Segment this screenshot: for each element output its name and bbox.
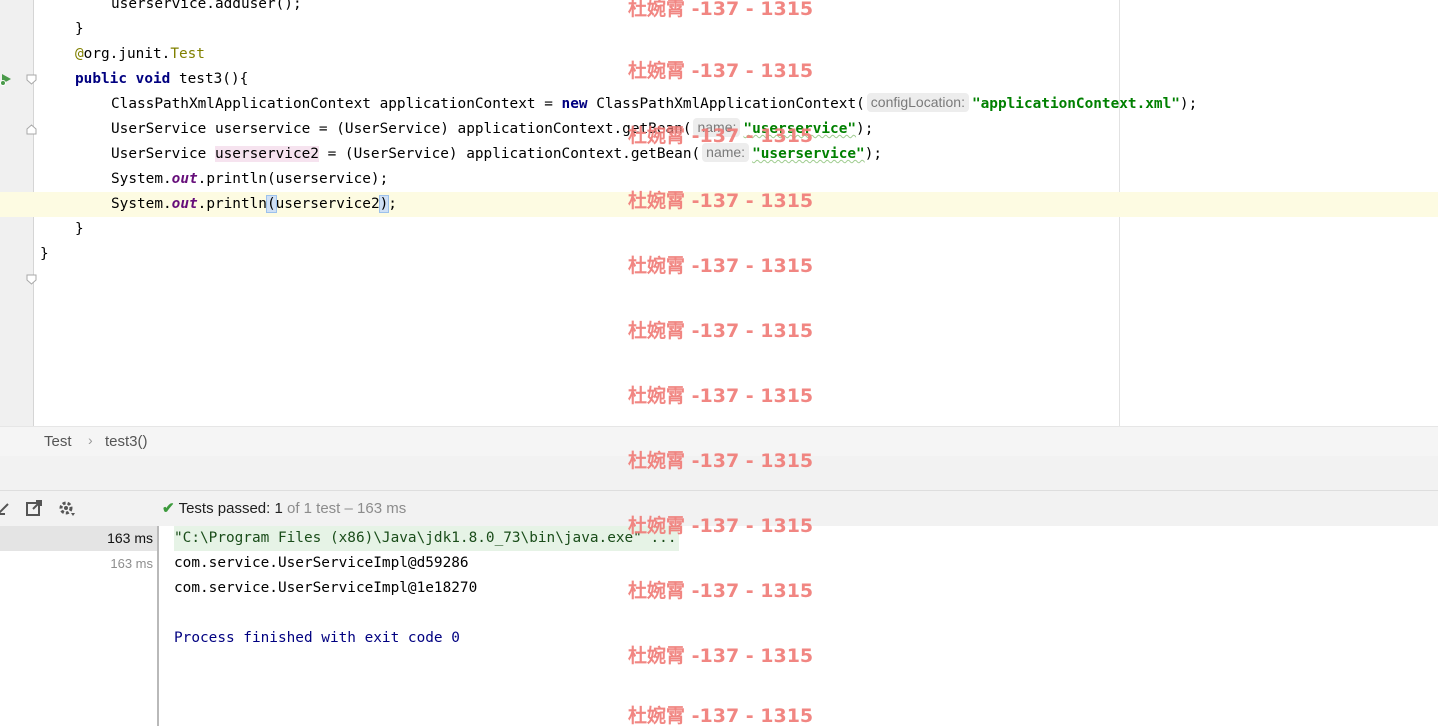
method-signature: test3(){ bbox=[170, 71, 249, 87]
console-exit-line: Process finished with exit code 0 bbox=[174, 630, 460, 646]
code-text: ); bbox=[1179, 96, 1198, 112]
test-status: ✔ Tests passed: 1 of 1 test – 163 ms bbox=[162, 499, 406, 517]
code-line[interactable]: } bbox=[0, 242, 1438, 267]
run-toolbar: ✔ Tests passed: 1 of 1 test – 163 ms bbox=[0, 490, 1438, 527]
code-text: ; bbox=[388, 196, 397, 212]
string-literal: "userservice" bbox=[743, 121, 857, 137]
tests-detail: of 1 test – 163 ms bbox=[286, 500, 407, 517]
code-text: System. bbox=[111, 196, 172, 212]
tests-passed-label: Tests passed: bbox=[178, 500, 271, 517]
fold-end-icon[interactable] bbox=[26, 224, 37, 285]
parameter-hint: name: bbox=[702, 143, 750, 162]
gear-icon[interactable] bbox=[58, 499, 76, 517]
code-line[interactable]: } bbox=[0, 17, 1438, 85]
current-code-line[interactable]: System.out.println(userservice2); bbox=[0, 192, 1438, 217]
code-line[interactable]: UserService userservice2 = (UserService)… bbox=[0, 142, 1438, 167]
static-field: out bbox=[171, 196, 198, 212]
code-text: UserService bbox=[111, 146, 215, 162]
string-literal: "applicationContext.xml" bbox=[971, 96, 1180, 112]
code-text: ); bbox=[864, 146, 883, 162]
collapse-icon[interactable] bbox=[0, 499, 14, 517]
string-literal: "userservice" bbox=[752, 146, 865, 162]
test-duration: 163 ms bbox=[107, 530, 153, 546]
annotation-name: Test bbox=[170, 46, 205, 62]
code-text: = (UserService) applicationContext.getBe… bbox=[318, 146, 701, 162]
code-line[interactable]: ClassPathXmlApplicationContext applicati… bbox=[0, 92, 1438, 117]
breadcrumb: Test › test3() bbox=[0, 426, 1438, 457]
code-line[interactable]: } bbox=[0, 217, 1438, 285]
static-field: out bbox=[171, 171, 198, 187]
code-text: userservice2 bbox=[275, 196, 380, 212]
code-line[interactable]: @org.junit.Test bbox=[0, 42, 1438, 67]
open-in-window-icon[interactable] bbox=[25, 499, 43, 517]
code-text: .println(userservice); bbox=[197, 171, 389, 187]
code-editor[interactable]: userservice.adduser(); } @org.junit.Test… bbox=[0, 0, 1438, 426]
closing-brace: } bbox=[75, 221, 84, 237]
breadcrumb-class[interactable]: Test bbox=[44, 433, 72, 450]
test-tree-row-selected[interactable]: 163 ms bbox=[0, 526, 157, 551]
code-line[interactable]: public void test3(){ bbox=[0, 67, 1438, 135]
fold-start-icon[interactable] bbox=[26, 74, 37, 135]
highlighted-variable[interactable]: userservice2 bbox=[214, 146, 319, 162]
parameter-hint: configLocation: bbox=[866, 93, 969, 112]
breadcrumb-method[interactable]: test3() bbox=[105, 433, 148, 450]
test-tree-row[interactable]: 163 ms bbox=[0, 551, 157, 576]
run-test-icon[interactable] bbox=[0, 71, 12, 86]
code-text: .println bbox=[197, 196, 267, 212]
keyword-void: void bbox=[135, 71, 171, 87]
code-line[interactable]: System.out.println(userservice); bbox=[0, 167, 1438, 192]
console-command-line[interactable]: "C:\Program Files (x86)\Java\jdk1.8.0_73… bbox=[174, 526, 679, 551]
closing-brace: } bbox=[75, 21, 84, 37]
code-text: ClassPathXmlApplicationContext( bbox=[587, 96, 865, 112]
console-line: com.service.UserServiceImpl@d59286 bbox=[174, 555, 469, 571]
keyword-public: public bbox=[75, 71, 127, 87]
code-text: ClassPathXmlApplicationContext applicati… bbox=[111, 96, 562, 112]
code-text: ); bbox=[856, 121, 874, 137]
annotation-at: @ bbox=[75, 46, 84, 62]
parameter-hint: name: bbox=[693, 118, 741, 137]
code-line[interactable]: UserService userservice = (UserService) … bbox=[0, 117, 1438, 142]
annotation-package: org.junit. bbox=[83, 46, 171, 62]
keyword-new: new bbox=[561, 96, 588, 112]
console-line: com.service.UserServiceImpl@1e18270 bbox=[174, 580, 478, 596]
fold-end-icon[interactable] bbox=[26, 24, 37, 85]
console-output[interactable]: "C:\Program Files (x86)\Java\jdk1.8.0_73… bbox=[159, 526, 1438, 726]
matched-paren: ) bbox=[378, 195, 390, 213]
check-icon: ✔ bbox=[162, 500, 175, 517]
test-tree[interactable]: 163 ms 163 ms bbox=[0, 526, 159, 726]
code-text: UserService userservice = (UserService) … bbox=[111, 121, 692, 137]
test-duration: 163 ms bbox=[110, 556, 153, 571]
code-text: userservice.adduser(); bbox=[111, 0, 302, 12]
code-line[interactable]: userservice.adduser(); bbox=[0, 0, 1438, 17]
breadcrumb-separator: › bbox=[88, 432, 93, 448]
code-text: System. bbox=[111, 171, 172, 187]
panel-spacer bbox=[0, 456, 1438, 490]
matched-paren: ( bbox=[266, 195, 277, 213]
tests-passed-count: 1 bbox=[274, 500, 283, 517]
closing-brace: } bbox=[40, 246, 49, 262]
